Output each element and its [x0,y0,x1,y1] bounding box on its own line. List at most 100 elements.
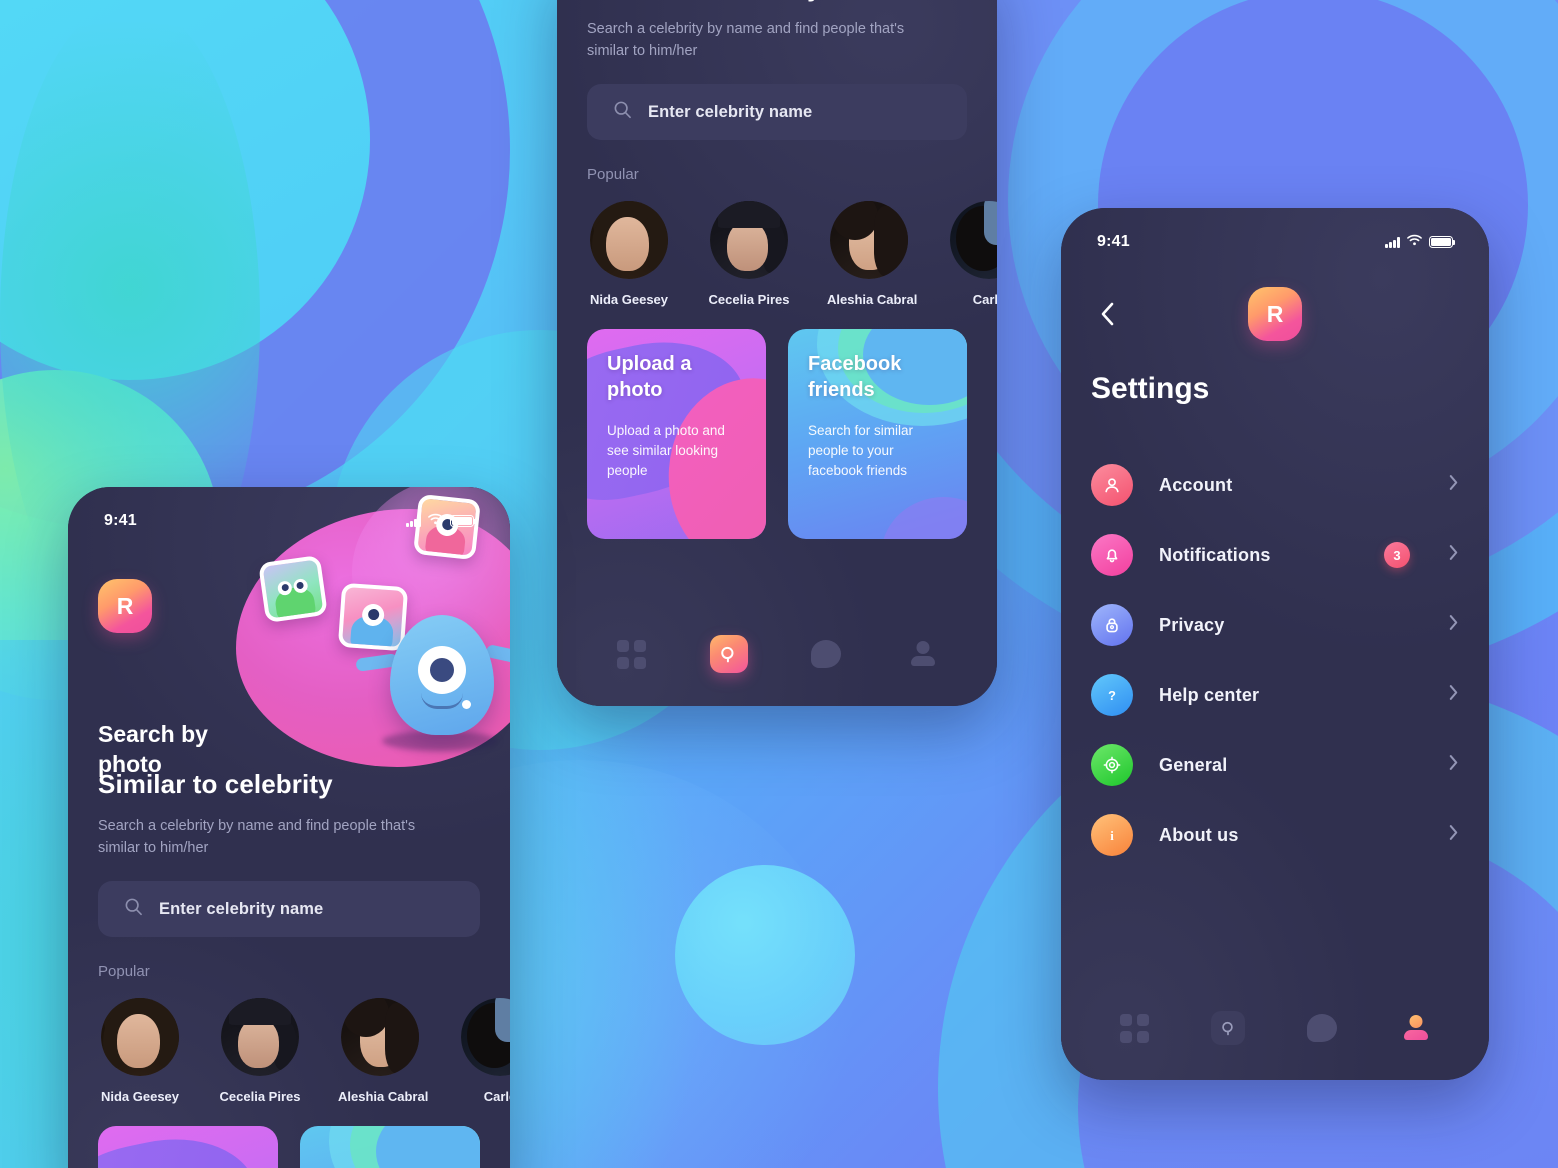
status-badge: 3 [1384,542,1410,568]
search-icon [124,897,143,921]
tab-search[interactable] [1205,1005,1251,1051]
list-item[interactable]: Aleshia Cabral [827,201,918,307]
list-item[interactable]: Carle [947,201,997,307]
svg-text:?: ? [1108,688,1116,703]
chevron-right-icon [1448,543,1459,567]
settings-item-about-us[interactable]: i About us [1091,800,1459,870]
settings-item-label: Account [1159,474,1233,495]
upload-photo-card[interactable] [98,1126,278,1168]
search-icon [1211,1011,1245,1045]
avatar [590,201,668,279]
profile-icon [910,641,936,667]
app-logo[interactable]: R [1248,287,1302,341]
avatar [341,998,419,1076]
promo-cards: Upload a photo Upload a photo and see si… [587,329,967,539]
avatar [950,201,997,279]
card-description: Upload a photo and see similar looking p… [607,423,725,478]
settings-item-privacy[interactable]: Privacy [1091,590,1459,660]
list-item[interactable]: Aleshia Cabral [338,998,429,1104]
list-item-label: Carle [972,292,997,307]
person-icon [1091,464,1133,506]
gear-icon [1091,744,1133,786]
battery-icon [1429,236,1456,248]
search-input[interactable]: Enter celebrity name [587,84,967,140]
status-bar: 9:41 [1061,230,1489,254]
chevron-right-icon [1448,683,1459,707]
wifi-icon [428,512,443,530]
avatar [101,998,179,1076]
list-item-label: Carle [483,1089,510,1104]
settings-item-account[interactable]: Account [1091,450,1459,520]
chevron-right-icon [1448,753,1459,777]
page-title: Similar to celebrity [587,0,967,3]
signal-bars-icon [406,515,421,527]
tab-chat[interactable] [803,631,849,677]
hero-title-line-1: Search by [98,721,208,747]
chevron-right-icon [1448,473,1459,497]
list-item[interactable]: Carle [458,998,510,1104]
card-title: Upload a photo [607,353,692,401]
list-item-label: Nida Geesey [589,292,669,307]
settings-item-help-center[interactable]: ? Help center [1091,660,1459,730]
list-item[interactable]: Nida Geesey [98,998,182,1104]
list-item[interactable]: Cecelia Pires [218,998,302,1104]
upload-photo-card[interactable]: Upload a photo Upload a photo and see si… [587,329,766,539]
wifi-icon [1407,233,1422,251]
tab-grid[interactable] [609,631,655,677]
chevron-right-icon [1448,613,1459,637]
phone-left-screen: 9:41 R Search by photo Similar to celebr… [68,487,510,1168]
list-item-label: Nida Geesey [100,1089,180,1104]
tab-search[interactable] [706,631,752,677]
lock-icon [1091,604,1133,646]
tab-profile[interactable] [1393,1005,1439,1051]
app-logo[interactable]: R [98,579,152,633]
list-item-label: Aleshia Cabral [338,1089,429,1104]
search-input[interactable]: Enter celebrity name [98,881,480,937]
popular-label: Popular [587,166,639,183]
avatar [710,201,788,279]
tab-profile[interactable] [900,631,946,677]
settings-item-label: General [1159,754,1228,775]
promo-cards [98,1126,480,1168]
facebook-friends-card[interactable]: Facebook friends Search for similar peop… [788,329,967,539]
settings-item-general[interactable]: General [1091,730,1459,800]
search-placeholder: Enter celebrity name [159,899,324,918]
list-item[interactable]: Cecelia Pires [707,201,791,307]
chevron-left-icon [1101,302,1114,326]
left-content: Similar to celebrity Search a celebrity … [68,769,510,1168]
tab-chat[interactable] [1299,1005,1345,1051]
hero-title: Search by photo [98,719,208,779]
list-item[interactable]: Nida Geesey [587,201,671,307]
page-subtitle: Search a celebrity by name and find peop… [98,818,416,856]
facebook-friends-card[interactable] [300,1126,480,1168]
back-button[interactable] [1091,297,1125,331]
screenshot-canvas: Similar to celebrity Search a celebrity … [0,0,1558,1168]
logo-letter: R [98,579,152,633]
list-item-label: Aleshia Cabral [827,292,918,307]
card-title: Facebook friends [808,353,902,401]
logo-letter: R [1248,287,1302,341]
svg-text:i: i [1110,829,1114,843]
question-mark-icon: ? [1091,674,1133,716]
avatar [221,998,299,1076]
photo-card-blue [337,582,409,652]
status-icons [1385,233,1456,251]
background-cyan-circle [675,865,855,1045]
avatar [830,201,908,279]
bottom-tab-bar [1061,976,1489,1080]
settings-header: R [1061,286,1489,342]
list-item-label: Cecelia Pires [708,292,790,307]
settings-item-notifications[interactable]: Notifications 3 [1091,520,1459,590]
tab-grid[interactable] [1111,1005,1157,1051]
bottom-tab-bar [557,602,997,706]
status-icons [406,512,477,530]
card-description: Search for similar people to your facebo… [808,423,914,478]
bell-icon [1091,534,1133,576]
phone-search-by-photo: 9:41 R Search by photo Similar to celebr… [68,487,510,1168]
phone-right-screen: 9:41 R Settings Account Notifications 3 … [1061,208,1489,1080]
settings-item-label: Help center [1159,684,1260,705]
signal-bars-icon [1385,236,1400,248]
chat-icon [810,640,841,668]
settings-item-label: About us [1159,824,1239,845]
chat-icon [1307,1014,1337,1042]
